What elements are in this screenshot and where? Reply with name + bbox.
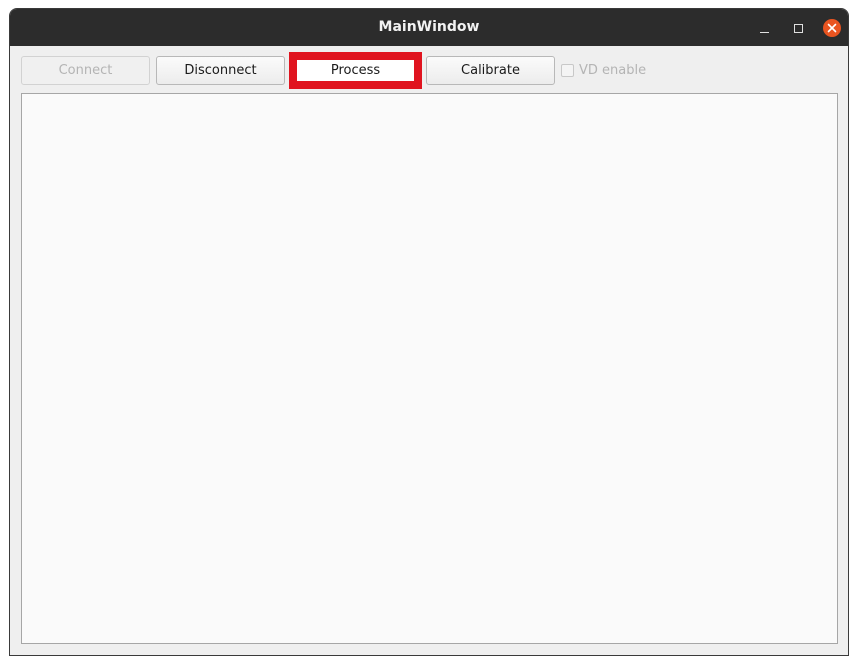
- maximize-icon: [793, 23, 803, 33]
- minimize-icon: [759, 32, 769, 33]
- window-title: MainWindow: [378, 19, 480, 35]
- calibrate-button[interactable]: Calibrate: [426, 56, 555, 85]
- disconnect-button[interactable]: Disconnect: [156, 56, 285, 85]
- maximize-button[interactable]: [788, 18, 808, 38]
- main-content-area[interactable]: [21, 93, 838, 644]
- close-button[interactable]: [822, 18, 842, 38]
- title-bar[interactable]: MainWindow: [10, 9, 848, 46]
- vd-enable-checkbox[interactable]: VD enable: [561, 63, 646, 78]
- minimize-button[interactable]: [754, 18, 774, 38]
- process-button[interactable]: Process: [297, 60, 414, 81]
- vd-enable-label: VD enable: [579, 63, 647, 78]
- connect-button[interactable]: Connect: [21, 56, 150, 85]
- close-icon: [823, 19, 841, 37]
- checkbox-box[interactable]: [561, 64, 574, 77]
- main-window: MainWindow Connect Disconnect Process Ca…: [9, 8, 849, 656]
